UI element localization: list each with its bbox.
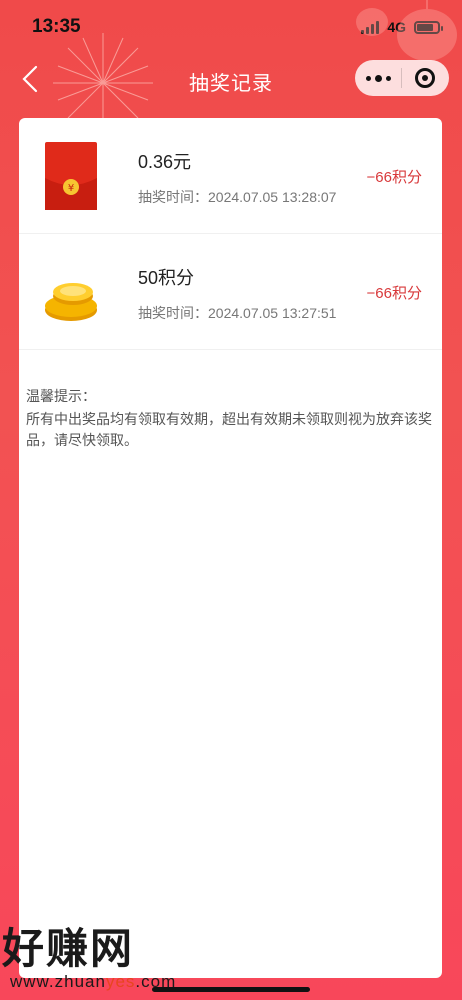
points-cost: −66积分 — [366, 285, 422, 302]
draw-time-label: 抽奖时间： — [138, 305, 208, 321]
record-item[interactable]: 50积分 抽奖时间：2024.07.05 13:27:51 −66积分 — [19, 234, 442, 350]
tips-section: 温馨提示： 所有中出奖品均有领取有效期，超出有效期未领取则视为放弃该奖品，请尽快… — [26, 386, 438, 451]
prize-title: 50积分 — [138, 268, 195, 288]
home-indicator[interactable] — [152, 987, 310, 992]
watermark: 好赚网 www.zhuanyes.com — [2, 915, 176, 992]
red-envelope-icon: ¥ — [45, 142, 97, 210]
watermark-logo: 好赚网 — [2, 924, 135, 973]
more-dots-icon — [365, 75, 371, 81]
mini-program-capsule — [355, 60, 449, 96]
watermark-url-prefix: www.zhuan — [10, 972, 106, 991]
gold-coins-icon — [45, 283, 97, 321]
more-button[interactable] — [355, 60, 401, 96]
tips-body: 所有中出奖品均有领取有效期，超出有效期未领取则视为放弃该奖品，请尽快领取。 — [26, 411, 432, 448]
points-cost: −66积分 — [366, 169, 422, 186]
draw-time-value: 2024.07.05 13:27:51 — [208, 305, 337, 321]
prize-title: 0.36元 — [138, 152, 192, 172]
watermark-url-highlight: yes — [105, 972, 136, 991]
navigation-bar: 抽奖记录 — [0, 52, 462, 108]
tips-title: 温馨提示： — [26, 388, 96, 404]
draw-time-label: 抽奖时间： — [138, 189, 208, 205]
records-card: ¥ 0.36元 抽奖时间：2024.07.05 13:28:07 −66积分 5… — [19, 118, 442, 978]
draw-time: 抽奖时间：2024.07.05 13:27:51 — [138, 303, 336, 323]
record-item[interactable]: ¥ 0.36元 抽奖时间：2024.07.05 13:28:07 −66积分 — [19, 118, 442, 234]
svg-text:¥: ¥ — [68, 183, 74, 194]
draw-time-value: 2024.07.05 13:28:07 — [208, 189, 337, 205]
close-button[interactable] — [402, 60, 448, 96]
target-close-icon — [415, 68, 435, 88]
draw-time: 抽奖时间：2024.07.05 13:28:07 — [138, 187, 336, 207]
